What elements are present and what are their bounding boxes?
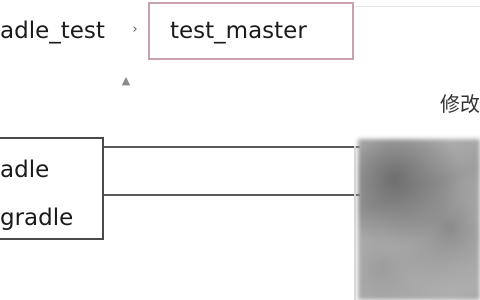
- row-divider: [104, 146, 360, 148]
- chevron-right-icon[interactable]: ›: [124, 6, 146, 52]
- column-divider[interactable]: [354, 146, 356, 300]
- breadcrumb-item-current[interactable]: test_master: [148, 2, 354, 60]
- blurred-preview-image: [358, 139, 480, 300]
- row-divider: [104, 194, 360, 196]
- column-header-modified[interactable]: 修改: [440, 88, 480, 120]
- breadcrumb-item-parent[interactable]: adle_test: [0, 14, 105, 48]
- list-item[interactable]: gradle: [0, 196, 73, 240]
- sort-ascending-icon[interactable]: ▲: [119, 74, 133, 88]
- list-item[interactable]: adle: [0, 148, 49, 192]
- address-bar[interactable]: adle_test › test_master: [0, 0, 480, 62]
- address-bar-border: [356, 6, 480, 7]
